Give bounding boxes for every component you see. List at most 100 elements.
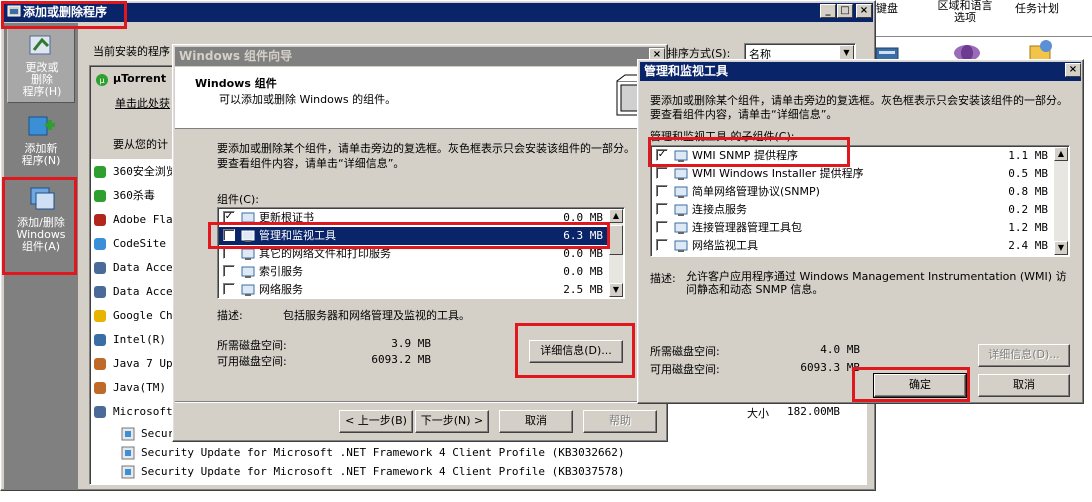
component-size: 0.5 MB [1008,167,1048,180]
ok-button[interactable]: 确定 [873,373,967,398]
dialog-close-button[interactable]: × [1065,63,1081,77]
component-checkbox[interactable] [656,221,668,233]
component-icon [674,240,688,252]
minimize-button[interactable]: _ [820,4,836,18]
keyboard-label[interactable]: 键盘 [876,0,898,16]
program-icon [94,286,106,298]
wizard-heading: Windows 组件 [195,77,277,90]
sidebar-item-label: 添加新 程序(N) [21,142,61,167]
wizard-desc-label: 描述: [217,309,243,322]
program-icon [94,190,106,202]
component-checkbox[interactable] [656,167,668,179]
program-icon [94,358,106,370]
scroll-up-icon[interactable]: ▲ [1054,147,1068,161]
component-row[interactable]: 索引服务 0.0 MB [219,263,609,281]
component-name: WMI SNMP 提供程序 [692,149,798,162]
next-button[interactable]: 下一步(N) > [415,410,489,433]
scroll-thumb[interactable] [609,225,623,255]
program-name: Microsoft [113,405,173,418]
component-row[interactable]: 网络监视工具 2.4 MB [652,237,1052,255]
component-row[interactable]: 其它的网络文件和打印服务 0.0 MB [219,245,609,263]
component-size: 0.2 MB [1008,203,1048,216]
change-programs-icon [29,35,51,55]
component-name: 网络监视工具 [692,239,758,252]
maximize-button[interactable]: □ [837,4,853,18]
scroll-down-icon[interactable]: ▼ [609,283,623,297]
component-size: 6.3 MB [563,229,603,242]
subcomponents-scrollbar[interactable]: ▲ ▼ [1054,147,1068,255]
wizard-instruction: 要添加或删除某个组件，请单击旁边的复选框。灰色框表示只会安装该组件的一部分。要查… [217,142,635,170]
component-row[interactable]: 连接管理器管理工具包 1.2 MB [652,219,1052,237]
component-icon [241,266,255,278]
component-size: 0.8 MB [1008,185,1048,198]
wizard-details-button[interactable]: 详细信息(D)... [529,340,623,363]
component-row[interactable]: 连接点服务 0.2 MB [652,201,1052,219]
close-button[interactable]: × [856,4,872,18]
program-icon [94,382,106,394]
component-name: 连接点服务 [692,203,747,216]
dialog-disk-free-label: 可用磁盘空间: [650,363,720,376]
dialog-desc-label: 描述: [650,272,676,285]
component-icon [241,284,255,296]
scroll-down-icon[interactable]: ▼ [1054,241,1068,255]
component-size: 1.1 MB [1008,149,1048,162]
chevron-down-icon[interactable]: ▼ [839,45,854,60]
management-tools-dialog: 管理和监视工具 × 要添加或删除某个组件，请单击旁边的复选框。灰色框表示只会安装… [637,59,1084,404]
components-list[interactable]: ✓ 更新根证书 0.0 MB 管理和监视工具 6.3 MB 其它的网络文件和打印服务 0.0… [217,207,625,299]
dialog-desc-text: 允许客户应用程序通过 Windows Management Instrument… [686,270,1067,296]
update-icon [121,427,135,441]
back-button[interactable]: < 上一步(B) [339,410,413,433]
program-name: 360安全浏览 [113,165,177,178]
wizard-titlebar: Windows 组件向导 [175,47,665,66]
component-row[interactable]: WMI Windows Installer 提供程序 0.5 MB [652,165,1052,183]
component-row[interactable]: ✓ 更新根证书 0.0 MB [219,209,609,227]
subcomponents-list[interactable]: ✓ WMI SNMP 提供程序 1.1 MB WMI Windows Installe… [650,145,1070,257]
component-checkbox[interactable]: ✓ [223,211,235,223]
component-checkbox[interactable] [656,203,668,215]
component-name: WMI Windows Installer 提供程序 [692,167,864,180]
component-checkbox[interactable] [656,185,668,197]
wizard-desc-text: 包括服务器和网络管理及监视的工具。 [283,309,470,322]
scroll-up-icon[interactable]: ▲ [609,209,623,223]
component-row[interactable]: 简单网络管理协议(SNMP) 0.8 MB [652,183,1052,201]
wizard-separator [175,401,665,403]
component-name: 索引服务 [259,265,303,278]
component-checkbox[interactable] [656,239,668,251]
component-row[interactable]: ✓ WMI SNMP 提供程序 1.1 MB [652,147,1052,165]
component-size: 2.4 MB [1008,239,1048,252]
wizard-disk-required: 3.9 MB [391,337,431,350]
dialog-disk-required-label: 所需磁盘空间: [650,345,720,358]
dialog-disk-free: 6093.3 MB [800,361,860,374]
wizard-subheading: 可以添加或删除 Windows 的组件。 [219,93,397,106]
wizard-title: Windows 组件向导 [179,49,293,63]
component-checkbox[interactable] [223,283,235,295]
help-button[interactable]: 帮助 [583,410,657,433]
program-icon [94,166,106,178]
main-titlebar: 添加或删除程序 [3,3,873,22]
region-language-label[interactable]: 区域和语言 选项 [930,0,1000,24]
sidebar-item-windows-components[interactable]: 添加/删除 Windows 组件(A) [7,181,75,273]
sidebar-item-change-remove[interactable]: 更改或 删除 程序(H) [7,27,75,103]
dialog-cancel-button[interactable]: 取消 [978,374,1070,397]
program-name: Java 7 Upd [113,357,180,370]
sidebar-item-add-new[interactable]: 添加新 程序(N) [7,109,75,173]
wizard-cancel-button[interactable]: 取消 [499,410,573,433]
component-row[interactable]: 管理和监视工具 6.3 MB [219,227,609,245]
panel-divider [875,36,1092,37]
component-row[interactable]: 网络服务 2.5 MB [219,281,609,298]
program-name: Java(TM) 6 [113,381,180,394]
components-scrollbar[interactable]: ▲ ▼ [609,209,623,297]
support-link[interactable]: 单击此处获 [115,95,170,111]
update-icon [121,446,135,460]
component-checkbox[interactable] [223,247,235,259]
task-scheduler-label[interactable]: 任务计划 [1015,0,1059,16]
component-icon [674,204,688,216]
component-name: 连接管理器管理工具包 [692,221,802,234]
component-checkbox[interactable]: ✓ [656,149,668,161]
wizard-disk-free-label: 可用磁盘空间: [217,355,287,368]
update-name: Secur [141,427,175,440]
dialog-details-button[interactable]: 详细信息(D)... [978,344,1070,367]
component-checkbox[interactable] [223,229,235,241]
component-checkbox[interactable] [223,265,235,277]
component-icon [241,212,255,224]
